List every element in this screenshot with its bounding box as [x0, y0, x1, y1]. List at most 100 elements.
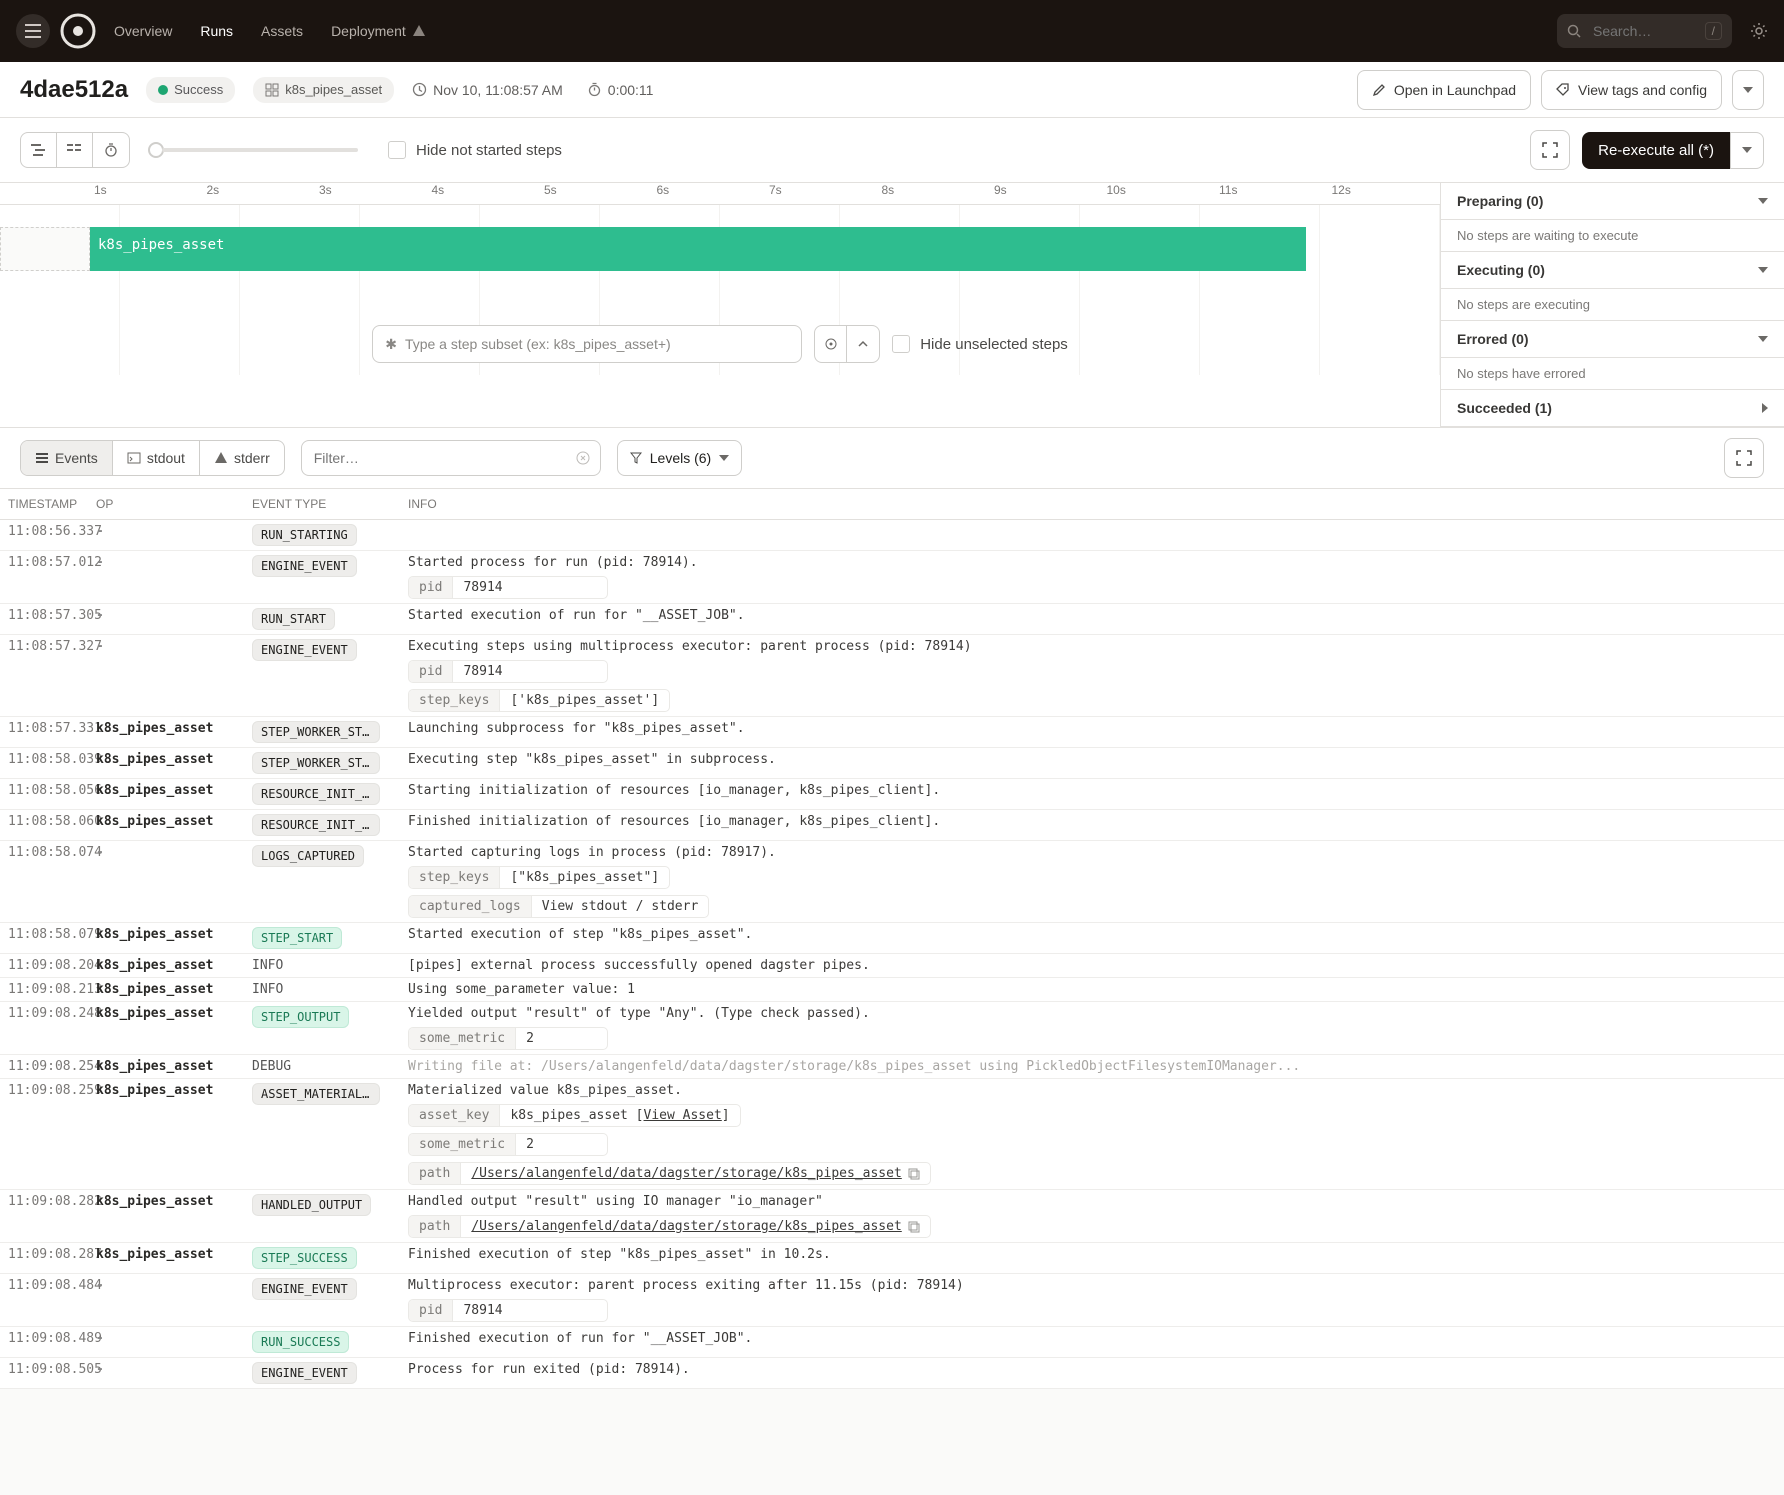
clear-icon[interactable]: [576, 451, 590, 465]
event-info: Writing file at: /Users/alangenfeld/data…: [398, 1059, 1784, 1074]
step-up-button[interactable]: [847, 326, 879, 362]
mode-toggle-group[interactable]: [20, 132, 130, 168]
event-ts: 11:09:08.489: [0, 1331, 96, 1346]
event-row: 11:09:08.213k8s_pipes_assetINFOUsing som…: [0, 978, 1784, 1002]
kv-row: path/Users/alangenfeld/data/dagster/stor…: [408, 1162, 931, 1185]
asset-chip[interactable]: k8s_pipes_asset: [253, 77, 394, 103]
copy-icon[interactable]: [908, 1168, 920, 1180]
event-ts: 11:08:57.327: [0, 639, 96, 654]
event-row: 11:09:08.484-ENGINE_EVENTMultiprocess ex…: [0, 1274, 1784, 1327]
event-info: Started process for run (pid: 78914).pid…: [398, 555, 1784, 599]
event-op: k8s_pipes_asset: [96, 982, 252, 997]
event-op: k8s_pipes_asset: [96, 1059, 252, 1074]
chevron-down-icon: [1758, 267, 1768, 273]
gantt-asset-bar[interactable]: k8s_pipes_asset: [90, 227, 1306, 271]
gantt-chart[interactable]: 1s2s3s4s5s6s7s8s9s10s11s12s k8s_pipes_as…: [0, 183, 1440, 427]
search-input[interactable]: [1591, 22, 1695, 40]
event-ts: 11:08:58.074: [0, 845, 96, 860]
reexecute-button[interactable]: Re-execute all (*): [1582, 132, 1730, 169]
event-op: -: [96, 639, 252, 654]
pencil-icon: [1372, 83, 1386, 97]
chevron-down-icon: [1742, 147, 1752, 153]
levels-label: Levels (6): [650, 450, 711, 466]
event-type: STEP_SUCCESS: [252, 1247, 398, 1269]
event-type: RESOURCE_INIT_SUCC…: [252, 814, 398, 836]
sidebar-section[interactable]: Preparing (0): [1441, 183, 1784, 220]
col-info: INFO: [398, 497, 1784, 511]
event-ts: 11:08:58.039: [0, 752, 96, 767]
timer-mode-button[interactable]: [93, 133, 129, 167]
nav-overview[interactable]: Overview: [114, 23, 172, 39]
kv-row: pid78914: [408, 576, 608, 599]
event-op: -: [96, 608, 252, 623]
step-target-button[interactable]: [815, 326, 847, 362]
event-type: DEBUG: [252, 1059, 398, 1074]
list-icon: [35, 451, 49, 465]
sidebar-section[interactable]: Executing (0): [1441, 252, 1784, 289]
events-toolbar: Events stdout stderr Levels (6): [0, 428, 1784, 488]
events-filter-input[interactable]: [312, 449, 576, 467]
gantt-section: 1s2s3s4s5s6s7s8s9s10s11s12s k8s_pipes_as…: [0, 183, 1784, 428]
event-ts: 11:09:08.287: [0, 1247, 96, 1262]
event-op: k8s_pipes_asset: [96, 1247, 252, 1262]
tab-stdout[interactable]: stdout: [113, 441, 200, 475]
gantt-toolbar: Hide not started steps Re-execute all (*…: [0, 118, 1784, 183]
event-op: k8s_pipes_asset: [96, 752, 252, 767]
tab-events[interactable]: Events: [21, 441, 113, 475]
nav-runs[interactable]: Runs: [200, 23, 233, 39]
step-subset-input[interactable]: ✱ Type a step subset (ex: k8s_pipes_asse…: [372, 325, 802, 363]
levels-filter[interactable]: Levels (6): [617, 440, 742, 476]
hide-unselected-checkbox[interactable]: Hide unselected steps: [892, 335, 1068, 353]
open-launchpad-button[interactable]: Open in Launchpad: [1357, 70, 1531, 110]
waterfall-mode-button[interactable]: [21, 133, 57, 167]
menu-button[interactable]: [16, 14, 50, 48]
fullscreen-gantt-button[interactable]: [1530, 130, 1570, 170]
sidebar-section[interactable]: Succeeded (1): [1441, 390, 1784, 427]
run-header: 4dae512a Success k8s_pipes_asset Nov 10,…: [0, 62, 1784, 118]
event-ts: 11:09:08.204: [0, 958, 96, 973]
reexecute-dropdown[interactable]: [1730, 132, 1764, 169]
event-info: Finished initialization of resources [io…: [398, 814, 1784, 829]
dagster-logo[interactable]: [60, 13, 96, 49]
event-type: STEP_OUTPUT: [252, 1006, 398, 1028]
time-axis: 1s2s3s4s5s6s7s8s9s10s11s12s: [0, 183, 1440, 205]
event-type: INFO: [252, 958, 398, 973]
duration-value: 0:00:11: [608, 82, 654, 98]
event-op: -: [96, 555, 252, 570]
top-nav: Overview Runs Assets Deployment /: [0, 0, 1784, 62]
flat-mode-button[interactable]: [57, 133, 93, 167]
search-box[interactable]: /: [1557, 14, 1732, 48]
kv-row: pid78914: [408, 660, 608, 683]
sidebar-section[interactable]: Errored (0): [1441, 321, 1784, 358]
kv-row: pid78914: [408, 1299, 608, 1322]
kv-row: step_keys["k8s_pipes_asset"]: [408, 866, 670, 889]
event-ts: 11:09:08.259: [0, 1083, 96, 1098]
event-info: Materialized value k8s_pipes_asset.asset…: [398, 1083, 1784, 1185]
events-table: TIMESTAMP OP EVENT TYPE INFO 11:08:56.33…: [0, 488, 1784, 1389]
asset-label: k8s_pipes_asset: [285, 82, 382, 97]
tab-stderr-label: stderr: [234, 450, 270, 466]
kv-row: path/Users/alangenfeld/data/dagster/stor…: [408, 1215, 931, 1238]
nav-deployment[interactable]: Deployment: [331, 23, 406, 39]
hide-not-started-checkbox[interactable]: Hide not started steps: [388, 141, 562, 159]
event-ts: 11:08:58.060: [0, 814, 96, 829]
event-type: ENGINE_EVENT: [252, 1362, 398, 1384]
nav-assets[interactable]: Assets: [261, 23, 303, 39]
event-info: Started execution of run for "__ASSET_JO…: [398, 608, 1784, 623]
fullscreen-events-button[interactable]: [1724, 438, 1764, 478]
open-launchpad-label: Open in Launchpad: [1394, 82, 1516, 98]
settings-button[interactable]: [1750, 22, 1768, 40]
reexecute-button-group: Re-execute all (*): [1582, 132, 1764, 169]
view-tags-button[interactable]: View tags and config: [1541, 70, 1722, 110]
event-type: ENGINE_EVENT: [252, 1278, 398, 1300]
events-filter[interactable]: [301, 440, 601, 476]
copy-icon[interactable]: [908, 1221, 920, 1233]
checkbox-icon: [892, 335, 910, 353]
hamburger-icon: [25, 24, 41, 38]
zoom-slider[interactable]: [148, 142, 358, 158]
event-type: HANDLED_OUTPUT: [252, 1194, 398, 1216]
tab-stderr[interactable]: stderr: [200, 441, 284, 475]
view-asset-link[interactable]: View Asset: [644, 1108, 722, 1123]
event-type: RUN_START: [252, 608, 398, 630]
header-more-button[interactable]: [1732, 70, 1764, 110]
